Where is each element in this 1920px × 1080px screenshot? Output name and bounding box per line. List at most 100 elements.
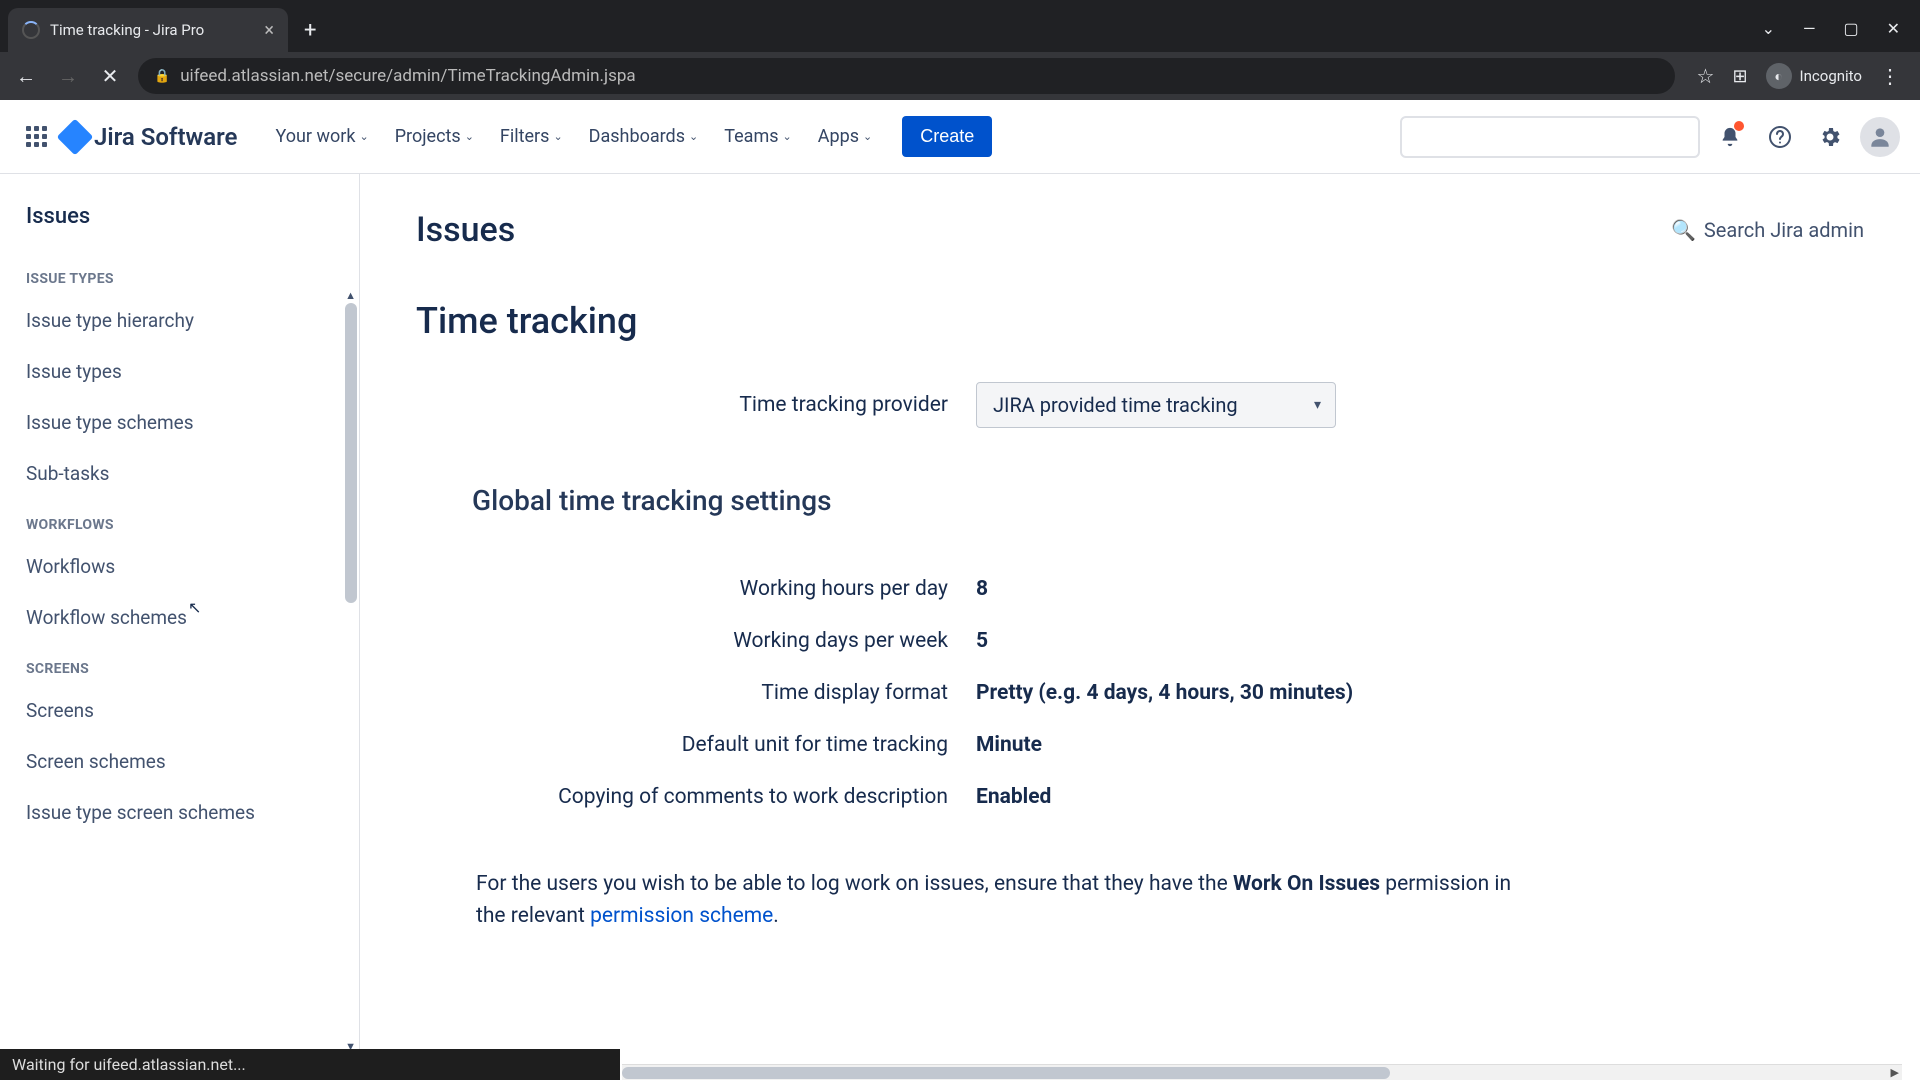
chevron-down-icon: ⌄ — [863, 130, 872, 143]
nav-apps[interactable]: Apps⌄ — [808, 118, 882, 155]
sidebar-item-issue-type-hierarchy[interactable]: Issue type hierarchy — [0, 295, 341, 346]
incognito-icon: ◐ — [1766, 63, 1792, 89]
sidebar-item-screens[interactable]: Screens — [0, 685, 341, 736]
lock-icon: 🔒 — [154, 69, 170, 84]
horizontal-scrollbar[interactable]: ▶ — [622, 1064, 1902, 1080]
sidebar-item-issue-types[interactable]: Issue types — [0, 346, 341, 397]
jira-mark-icon — [57, 118, 94, 155]
setting-label: Working hours per day — [416, 577, 976, 601]
setting-label: Working days per week — [416, 629, 976, 653]
permission-scheme-link[interactable]: permission scheme — [590, 904, 773, 928]
nav-teams[interactable]: Teams⌄ — [714, 118, 802, 155]
admin-search-label: Search Jira admin — [1704, 218, 1864, 242]
address-bar[interactable]: 🔒 uifeed.atlassian.net/secure/admin/Time… — [138, 58, 1675, 94]
admin-search[interactable]: 🔍 Search Jira admin — [1671, 218, 1864, 242]
close-window-icon[interactable]: ✕ — [1887, 19, 1900, 38]
setting-label: Time display format — [416, 681, 976, 705]
back-button[interactable]: ← — [12, 62, 40, 90]
incognito-label: Incognito — [1800, 67, 1862, 85]
nav-dashboards[interactable]: Dashboards⌄ — [579, 118, 709, 155]
bookmark-star-icon[interactable]: ☆ — [1697, 64, 1715, 88]
sidebar-item-workflow-schemes[interactable]: Workflow schemes — [0, 592, 341, 643]
provider-label: Time tracking provider — [416, 393, 976, 417]
chevron-down-icon: ⌄ — [783, 130, 792, 143]
section-title: Time tracking — [416, 300, 1864, 342]
chevron-down-icon: ⌄ — [689, 130, 698, 143]
url-text: uifeed.atlassian.net/secure/admin/TimeTr… — [180, 66, 635, 86]
incognito-badge[interactable]: ◐ Incognito — [1766, 63, 1862, 89]
provider-row: Time tracking provider JIRA provided tim… — [416, 382, 1864, 428]
sidebar-item-issue-type-screen-schemes[interactable]: Issue type screen schemes — [0, 787, 341, 838]
app-switcher-icon[interactable] — [20, 121, 52, 153]
nav-your-work[interactable]: Your work⌄ — [265, 118, 378, 155]
setting-value: Enabled — [976, 785, 1051, 809]
setting-row: Working days per week 5 — [416, 629, 1864, 653]
new-tab-button[interactable]: + — [288, 8, 332, 52]
sidebar-item-workflows[interactable]: Workflows — [0, 541, 341, 592]
setting-row: Time display format Pretty (e.g. 4 days,… — [416, 681, 1864, 705]
create-button[interactable]: Create — [902, 116, 992, 157]
stop-reload-button[interactable]: ✕ — [96, 62, 124, 90]
sidebar-title: Issues — [0, 204, 359, 253]
sidebar-section-issue-types: ISSUE TYPES — [0, 253, 341, 295]
provider-select[interactable]: JIRA provided time tracking — [976, 382, 1336, 428]
admin-sidebar: Issues ▲ ISSUE TYPES Issue type hierarch… — [0, 174, 360, 1080]
app-header: Jira Software Your work⌄ Projects⌄ Filte… — [0, 100, 1920, 174]
maximize-icon[interactable]: ▢ — [1843, 19, 1858, 38]
close-tab-icon[interactable]: × — [264, 20, 274, 41]
sidebar-section-workflows: WORKFLOWS — [0, 499, 341, 541]
extensions-icon[interactable]: ⊞ — [1732, 66, 1747, 87]
provider-value: JIRA provided time tracking — [993, 393, 1238, 417]
setting-row: Default unit for time tracking Minute — [416, 733, 1864, 757]
nav-filters[interactable]: Filters⌄ — [490, 118, 573, 155]
page-title: Issues — [416, 210, 515, 250]
chevron-down-icon: ⌄ — [465, 130, 474, 143]
tab-dropdown-icon[interactable]: ⌄ — [1762, 19, 1775, 38]
help-icon[interactable] — [1760, 117, 1800, 157]
profile-avatar[interactable] — [1860, 117, 1900, 157]
browser-status-bar: Waiting for uifeed.atlassian.net... — [0, 1049, 620, 1080]
tab-title: Time tracking - Jira Pro — [50, 21, 254, 39]
sidebar-scroll[interactable]: ▲ ISSUE TYPES Issue type hierarchy Issue… — [0, 253, 359, 1059]
minimize-icon[interactable]: ― — [1803, 19, 1816, 38]
settings-icon[interactable] — [1810, 117, 1850, 157]
chevron-down-icon: ⌄ — [553, 130, 562, 143]
app-body: Issues ▲ ISSUE TYPES Issue type hierarch… — [0, 174, 1920, 1080]
sidebar-item-screen-schemes[interactable]: Screen schemes — [0, 736, 341, 787]
main-content: Issues 🔍 Search Jira admin Time tracking… — [360, 174, 1920, 1080]
browser-menu-icon[interactable]: ⋮ — [1880, 64, 1900, 88]
scroll-right-icon[interactable]: ▶ — [1891, 1066, 1899, 1079]
search-icon: 🔍 — [1671, 218, 1696, 242]
setting-value: 8 — [976, 577, 988, 601]
browser-tab-strip: Time tracking - Jira Pro × + ⌄ ― ▢ ✕ — [0, 0, 1920, 52]
setting-label: Default unit for time tracking — [416, 733, 976, 757]
scrollbar-thumb[interactable] — [622, 1067, 1390, 1079]
search-input[interactable] — [1400, 116, 1700, 158]
forward-button[interactable]: → — [54, 62, 82, 90]
setting-value: Minute — [976, 733, 1042, 757]
browser-tab[interactable]: Time tracking - Jira Pro × — [8, 8, 288, 52]
setting-value: Pretty (e.g. 4 days, 4 hours, 30 minutes… — [976, 681, 1353, 705]
sidebar-section-screens: SCREENS — [0, 643, 341, 685]
scroll-up-icon[interactable]: ▲ — [345, 289, 356, 302]
permission-note: For the users you wish to be able to log… — [476, 869, 1516, 932]
jira-logo[interactable]: Jira Software — [62, 123, 237, 151]
note-bold: Work On Issues — [1233, 872, 1380, 896]
global-search[interactable]: 🔍 — [1400, 116, 1700, 158]
nav-projects[interactable]: Projects⌄ — [385, 118, 484, 155]
primary-nav: Your work⌄ Projects⌄ Filters⌄ Dashboards… — [265, 118, 882, 155]
notifications-icon[interactable] — [1710, 117, 1750, 157]
setting-label: Copying of comments to work description — [416, 785, 976, 809]
window-controls: ⌄ ― ▢ ✕ — [1762, 19, 1920, 52]
loading-spinner-icon — [22, 21, 40, 39]
global-settings-title: Global time tracking settings — [472, 484, 1864, 517]
product-name: Jira Software — [94, 123, 237, 151]
setting-row: Working hours per day 8 — [416, 577, 1864, 601]
sidebar-item-sub-tasks[interactable]: Sub-tasks — [0, 448, 341, 499]
chevron-down-icon: ⌄ — [359, 130, 368, 143]
browser-toolbar: ← → ✕ 🔒 uifeed.atlassian.net/secure/admi… — [0, 52, 1920, 100]
sidebar-item-issue-type-schemes[interactable]: Issue type schemes — [0, 397, 341, 448]
setting-row: Copying of comments to work description … — [416, 785, 1864, 809]
scrollbar-thumb[interactable] — [345, 303, 357, 603]
setting-value: 5 — [976, 629, 988, 653]
